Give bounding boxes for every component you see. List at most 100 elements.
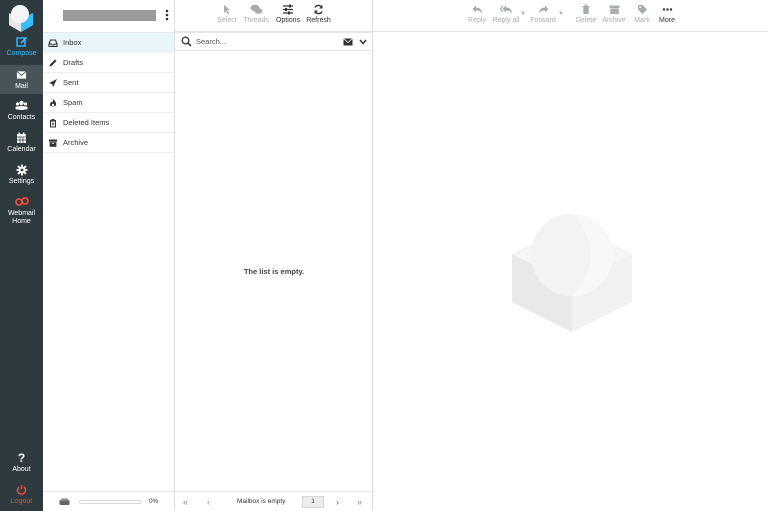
compose-label: Compose — [6, 50, 37, 57]
reply-label: Reply — [468, 17, 486, 24]
refresh-label: Refresh — [306, 17, 331, 24]
nav-item-calendar[interactable]: Calendar — [0, 132, 43, 158]
forward-label: Forward — [530, 17, 556, 24]
mail-label: Mail — [15, 83, 28, 90]
delete-label: Delete — [575, 17, 597, 24]
page-number[interactable]: 1 — [302, 496, 324, 508]
reply-all-dropdown-icon[interactable]: ▼ — [520, 11, 526, 17]
reading-pane: Reply Reply all ▼ Forward ▼ Delete Archi… — [374, 0, 768, 511]
folder-item-deleted[interactable]: Deleted Items — [43, 113, 174, 133]
folder-label: Drafts — [63, 58, 84, 67]
first-page-icon[interactable]: « — [183, 497, 188, 507]
pencil-icon — [49, 59, 57, 66]
archive-box-icon — [609, 5, 619, 14]
contacts-label: Contacts — [7, 114, 36, 121]
list-pagination: « ‹ Mailbox is empty 1 › » — [175, 491, 372, 511]
message-list-panel: Select Threads Options Refresh Search...… — [175, 0, 373, 511]
tag-icon — [637, 5, 647, 14]
question-icon: ? — [17, 451, 26, 465]
reply-all-icon — [499, 5, 512, 14]
quota-display: 0% — [43, 491, 174, 511]
reply-all-button[interactable]: Reply all — [492, 4, 520, 24]
webmail-app: Compose Mail Contacts Calendar Settings … — [0, 0, 768, 511]
delete-button[interactable]: Delete — [575, 4, 597, 24]
empty-list-message: The list is empty. — [243, 267, 305, 276]
account-menu-icon[interactable] — [163, 8, 171, 22]
nav-item-contacts[interactable]: Contacts — [0, 100, 43, 126]
more-label: More — [659, 17, 675, 24]
folder-item-inbox[interactable]: Inbox — [43, 33, 174, 53]
folder-item-spam[interactable]: Spam — [43, 93, 174, 113]
logout-button[interactable]: Logout — [0, 484, 43, 508]
folder-label: Archive — [63, 138, 89, 147]
folder-panel: Inbox Drafts Sent Spam Deleted Items Arc… — [43, 0, 175, 511]
folder-list: Inbox Drafts Sent Spam Deleted Items Arc… — [43, 32, 174, 153]
prev-page-icon[interactable]: ‹ — [207, 497, 210, 507]
folder-label: Deleted Items — [63, 118, 110, 127]
webmail-home-label-line1: Webmail — [7, 210, 36, 217]
archive-icon — [49, 139, 57, 147]
sliders-icon — [283, 4, 293, 15]
refresh-button[interactable]: Refresh — [305, 4, 332, 24]
mark-button[interactable]: Mark — [632, 4, 652, 24]
search-icon — [181, 36, 192, 47]
reply-icon — [472, 5, 482, 14]
inbox-icon — [48, 38, 58, 47]
nav-item-webmail-home[interactable]: Webmail Home — [0, 196, 43, 228]
folder-label: Inbox — [63, 38, 82, 47]
nav-item-mail[interactable]: Mail — [0, 65, 43, 94]
forward-dropdown-icon[interactable]: ▼ — [558, 11, 564, 17]
mailbox-status: Mailbox is empty — [237, 498, 286, 505]
threads-label: Threads — [243, 17, 269, 24]
envelope-icon — [16, 70, 27, 79]
drive-icon — [59, 498, 70, 505]
paper-plane-icon — [49, 78, 57, 87]
more-button[interactable]: More — [657, 4, 677, 24]
quota-bar — [79, 499, 142, 504]
logout-label: Logout — [10, 498, 33, 505]
folder-label: Spam — [63, 98, 83, 107]
more-dots-icon — [662, 8, 672, 11]
archive-label: Archive — [602, 17, 626, 24]
threads-button[interactable]: Threads — [242, 4, 270, 24]
search-bar: Search... — [175, 32, 372, 51]
reply-button[interactable]: Reply — [467, 4, 487, 24]
calendar-icon — [17, 132, 26, 143]
cursor-icon — [224, 5, 230, 15]
refresh-icon — [314, 4, 323, 15]
trash-icon — [50, 118, 56, 127]
select-label: Select — [217, 17, 237, 24]
select-button[interactable]: Select — [217, 4, 237, 24]
trash-icon — [582, 4, 590, 14]
users-icon — [15, 100, 28, 110]
forward-button[interactable]: Forward — [529, 4, 557, 24]
nav-item-settings[interactable]: Settings — [0, 164, 43, 190]
webmail-home-label-line2: Home — [12, 218, 31, 225]
account-name[interactable] — [63, 10, 156, 21]
main-navigation: Compose Mail Contacts Calendar Settings … — [0, 0, 43, 511]
chevron-down-icon[interactable] — [359, 39, 367, 45]
envelope-filter-icon[interactable] — [343, 37, 353, 46]
last-page-icon[interactable]: » — [357, 497, 362, 507]
next-page-icon[interactable]: › — [336, 497, 339, 507]
watermark-logo-icon — [512, 214, 632, 332]
options-label: Options — [275, 17, 301, 24]
settings-label: Settings — [8, 178, 35, 185]
options-button[interactable]: Options — [275, 4, 301, 24]
archive-button[interactable]: Archive — [602, 4, 626, 24]
search-input[interactable]: Search... — [196, 37, 343, 46]
logo-icon — [9, 5, 33, 32]
webmail-home-icon — [14, 197, 29, 206]
folder-item-drafts[interactable]: Drafts — [43, 53, 174, 73]
comments-icon — [250, 4, 262, 14]
folder-item-sent[interactable]: Sent — [43, 73, 174, 93]
mark-label: Mark — [634, 17, 650, 24]
power-icon — [16, 485, 27, 495]
compose-button[interactable]: Compose — [0, 36, 43, 62]
folder-label: Sent — [63, 78, 79, 87]
folder-item-archive[interactable]: Archive — [43, 133, 174, 153]
nav-item-about[interactable]: ? About — [0, 452, 43, 476]
quota-percent: 0% — [149, 498, 159, 505]
gear-icon — [16, 164, 27, 176]
about-label: About — [12, 466, 31, 473]
